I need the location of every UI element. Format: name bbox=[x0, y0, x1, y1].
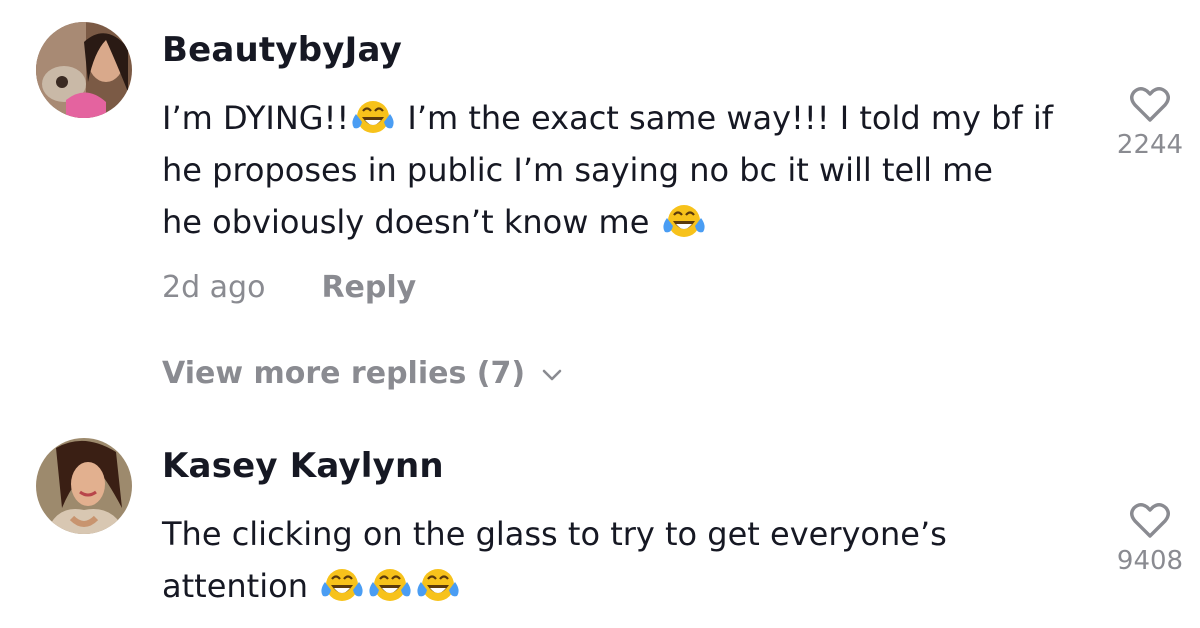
comment-text-segment: he obviously doesn’t know me bbox=[162, 203, 660, 241]
comment-text-line: attention bbox=[162, 560, 1082, 612]
comment-text-line: he proposes in public I’m saying no bc i… bbox=[162, 144, 1082, 196]
comment-text: I’m DYING!! I’m the exact same way!!! I … bbox=[162, 92, 1082, 248]
comment-text-segment: I’m the exact same way!!! I told my bf i… bbox=[397, 99, 1053, 137]
like-count: 2244 bbox=[1116, 130, 1184, 160]
comment-text-line: he obviously doesn’t know me bbox=[162, 196, 1082, 248]
avatar[interactable] bbox=[36, 438, 132, 534]
comment-username[interactable]: BeautybyJay bbox=[162, 30, 402, 70]
face-with-tears-of-joy-emoji bbox=[350, 97, 396, 137]
comment-text-segment: The clicking on the glass to try to get … bbox=[162, 515, 947, 553]
face-with-tears-of-joy-emoji bbox=[415, 565, 461, 605]
view-more-replies-button[interactable]: View more replies (7) bbox=[162, 356, 563, 391]
face-with-tears-of-joy-emoji bbox=[661, 201, 707, 241]
like-button[interactable]: 2244 bbox=[1100, 84, 1200, 160]
avatar[interactable] bbox=[36, 22, 132, 118]
comment-meta: 2d ago Reply bbox=[162, 270, 416, 305]
comment-text-segment: I’m DYING!! bbox=[162, 99, 350, 137]
comment-text: The clicking on the glass to try to get … bbox=[162, 508, 1082, 612]
comment-username[interactable]: Kasey Kaylynn bbox=[162, 446, 444, 486]
like-count: 9408 bbox=[1116, 546, 1184, 576]
face-with-tears-of-joy-emoji bbox=[319, 565, 365, 605]
heart-outline-icon bbox=[1130, 503, 1170, 538]
comment-timestamp: 2d ago bbox=[162, 270, 266, 305]
heart-outline-icon bbox=[1130, 87, 1170, 122]
comment-text-line: I’m DYING!! I’m the exact same way!!! I … bbox=[162, 92, 1082, 144]
comment-text-line: The clicking on the glass to try to get … bbox=[162, 508, 1082, 560]
view-more-replies-label: View more replies (7) bbox=[162, 356, 526, 391]
chevron-down-icon bbox=[542, 369, 562, 380]
face-with-tears-of-joy-emoji bbox=[367, 565, 413, 605]
comment-text-segment: he proposes in public I’m saying no bc i… bbox=[162, 151, 993, 189]
like-button[interactable]: 9408 bbox=[1100, 500, 1200, 576]
comment-text-segment: attention bbox=[162, 567, 319, 605]
reply-button[interactable]: Reply bbox=[321, 270, 416, 305]
